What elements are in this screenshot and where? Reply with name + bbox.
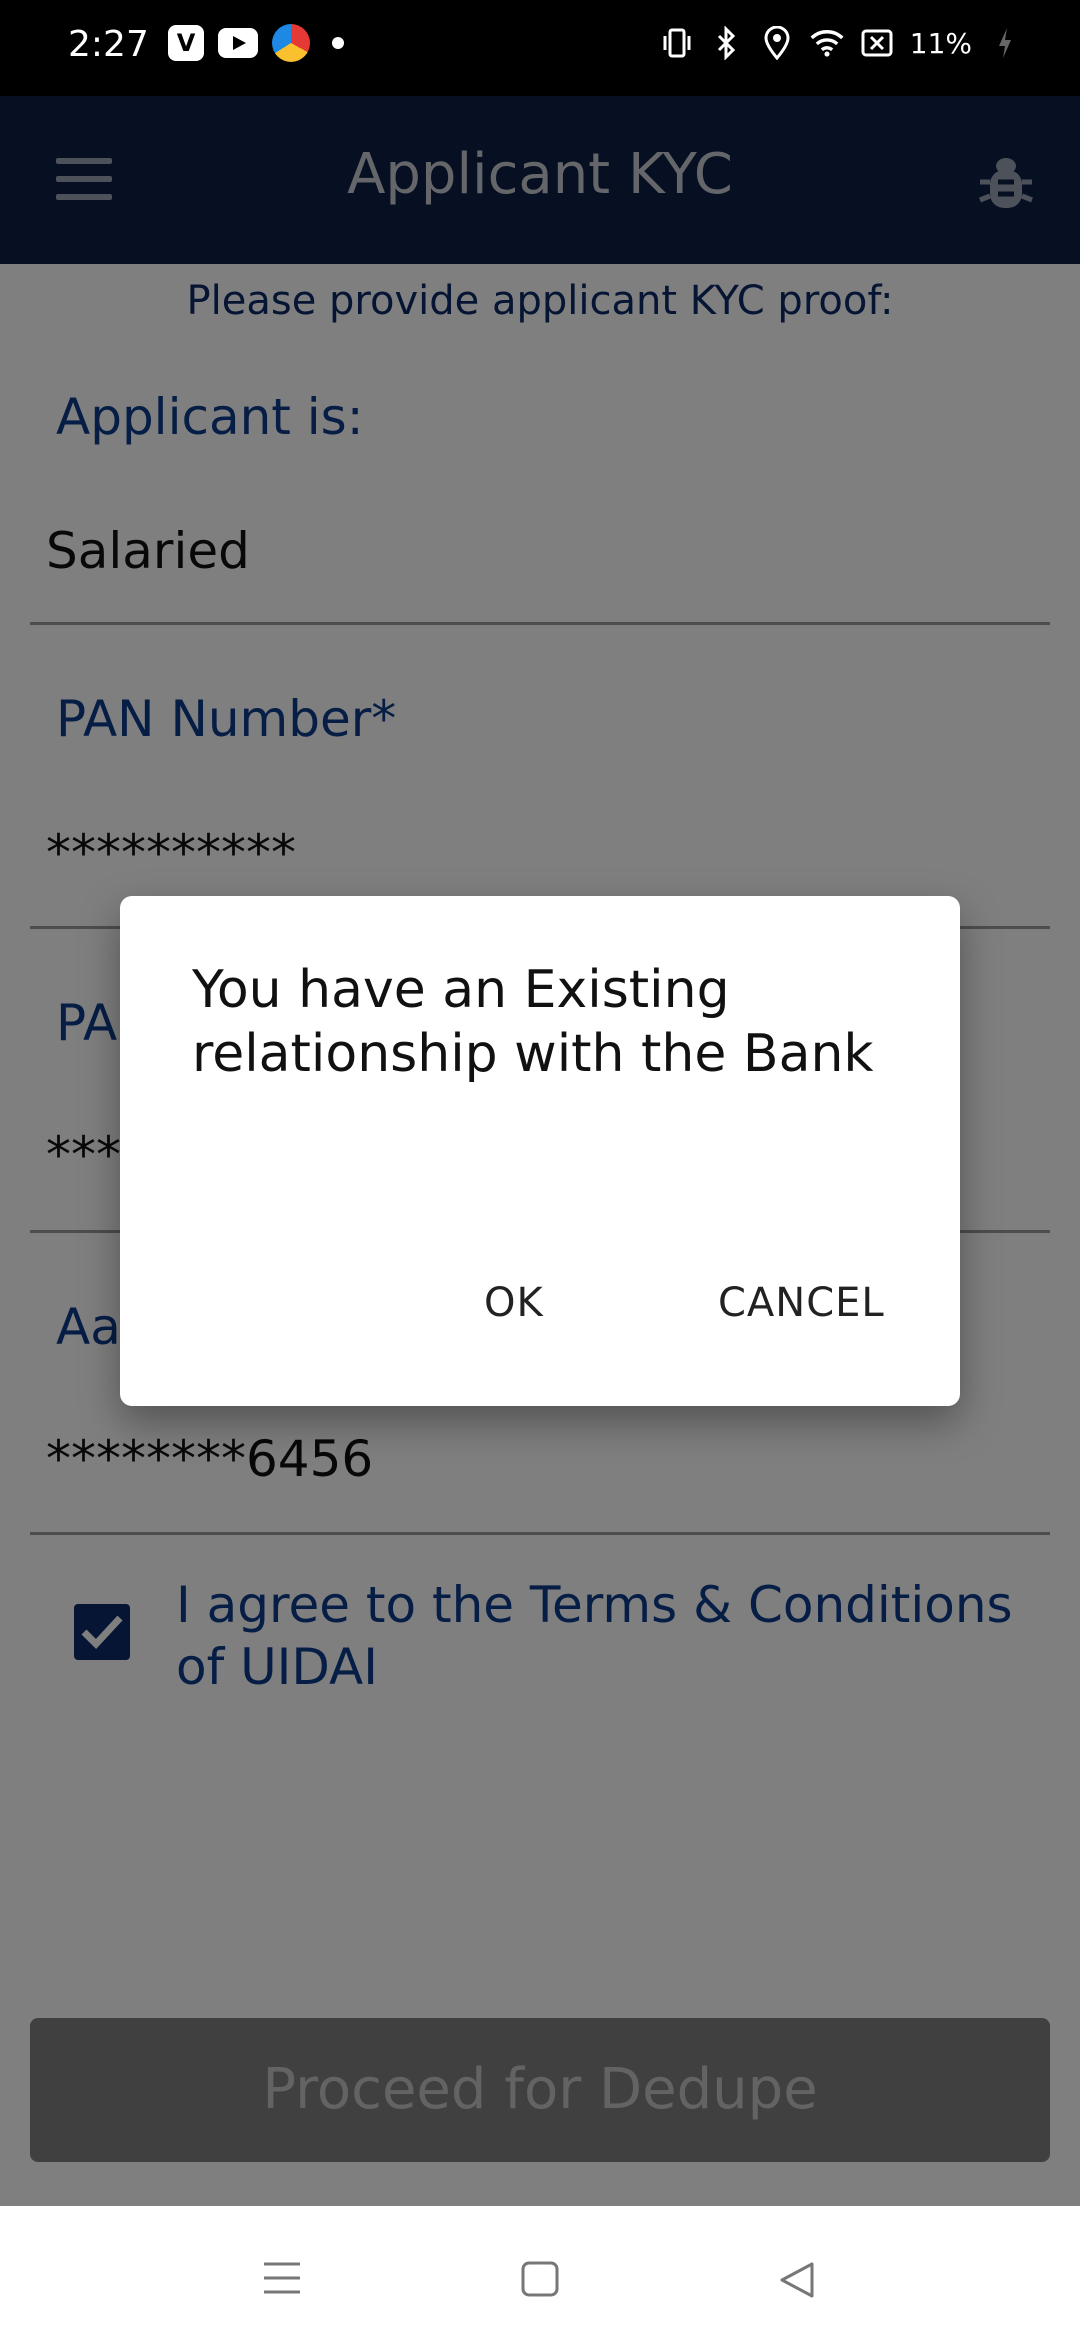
- wifi-icon: [810, 26, 844, 60]
- recents-icon[interactable]: [262, 2260, 302, 2300]
- back-icon[interactable]: [778, 2260, 818, 2304]
- youtube-icon: [218, 28, 258, 58]
- dialog-message: You have an Existing relationship with t…: [192, 960, 874, 1084]
- battery-icon: [988, 26, 1022, 60]
- cancel-button[interactable]: CANCEL: [718, 1280, 885, 1326]
- screenshot-off-icon: [860, 26, 894, 60]
- battery-percent: 11%: [909, 26, 972, 60]
- system-icons: 11%: [660, 26, 1022, 60]
- status-time: 2:27: [68, 24, 149, 65]
- ok-button[interactable]: OK: [484, 1280, 544, 1326]
- browser-icon: [272, 24, 310, 62]
- dot-icon: [332, 37, 344, 49]
- home-icon[interactable]: [520, 2260, 560, 2302]
- notification-icons: V: [168, 24, 344, 62]
- vibrate-icon: [660, 26, 694, 60]
- vimeo-icon: V: [168, 25, 204, 61]
- status-bar: 2:27 V 11%: [0, 0, 1080, 96]
- existing-relationship-dialog: You have an Existing relationship with t…: [120, 896, 960, 1406]
- navigation-bar: [0, 2206, 1080, 2340]
- bluetooth-icon: [710, 26, 744, 60]
- location-icon: [760, 26, 794, 60]
